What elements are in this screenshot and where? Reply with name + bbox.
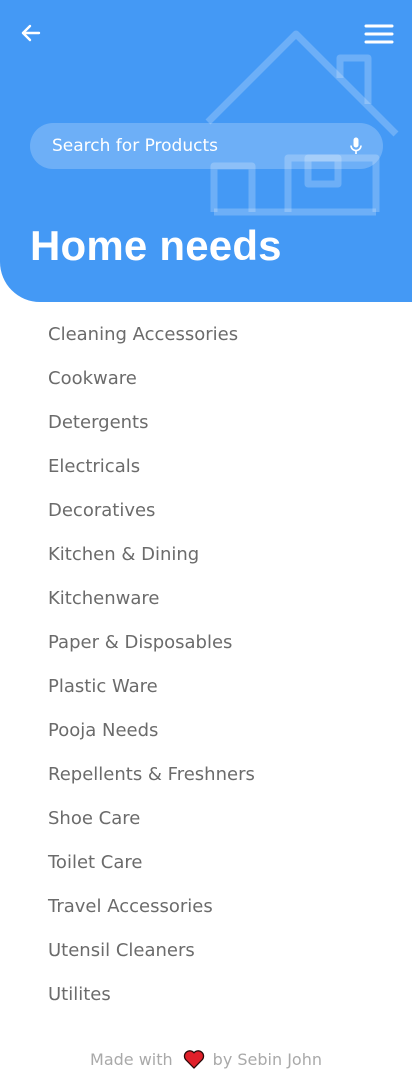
microphone-icon: [350, 137, 362, 154]
back-button[interactable]: [18, 20, 44, 46]
voice-search-button[interactable]: [347, 135, 365, 157]
footer-made-with: Made with: [90, 1049, 173, 1069]
category-item[interactable]: Toilet Care: [0, 841, 412, 885]
category-item[interactable]: Cookware: [0, 357, 412, 401]
menu-button[interactable]: [364, 22, 394, 46]
category-item[interactable]: Travel Accessories: [0, 885, 412, 929]
category-item[interactable]: Plastic Ware: [0, 665, 412, 709]
footer-author: by Sebin John: [212, 1049, 322, 1069]
hamburger-menu-icon: [364, 24, 394, 44]
category-item[interactable]: Decoratives: [0, 489, 412, 533]
category-item[interactable]: Kitchen & Dining: [0, 533, 412, 577]
category-list: Cleaning Accessories Cookware Detergents El…: [0, 313, 412, 1017]
search-bar[interactable]: [30, 123, 383, 169]
header: Home needs: [0, 0, 412, 302]
category-item[interactable]: Detergents: [0, 401, 412, 445]
search-input[interactable]: [50, 135, 347, 157]
category-item[interactable]: Utilites: [0, 973, 412, 1017]
heart-icon: [183, 1049, 205, 1069]
category-item[interactable]: Shoe Care: [0, 797, 412, 841]
category-item[interactable]: Paper & Disposables: [0, 621, 412, 665]
arrow-left-icon: [21, 24, 41, 42]
page-title: Home needs: [30, 222, 282, 269]
footer: Made with by Sebin John: [0, 1045, 412, 1073]
category-item[interactable]: Cleaning Accessories: [0, 313, 412, 357]
category-item[interactable]: Pooja Needs: [0, 709, 412, 753]
category-item[interactable]: Repellents & Freshners: [0, 753, 412, 797]
category-item[interactable]: Kitchenware: [0, 577, 412, 621]
category-item[interactable]: Utensil Cleaners: [0, 929, 412, 973]
category-item[interactable]: Electricals: [0, 445, 412, 489]
